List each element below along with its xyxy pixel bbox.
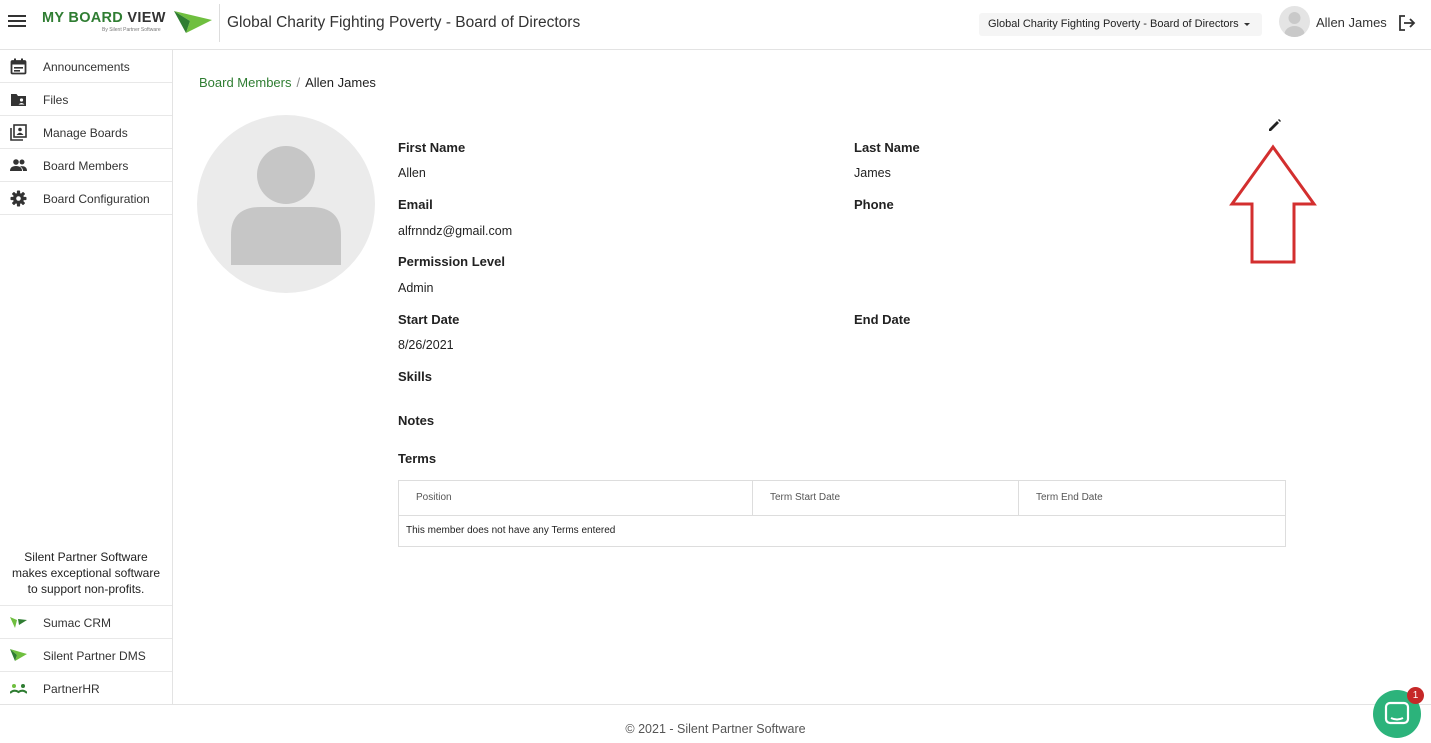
breadcrumb: Board Members / Allen James [199, 75, 376, 90]
user-name[interactable]: Allen James [1316, 15, 1387, 30]
person-icon [1284, 12, 1305, 37]
sidebar-item-label: Board Members [43, 159, 129, 173]
sidebar-item-label: Announcements [43, 60, 130, 74]
skills-label: Skills [398, 369, 432, 384]
terms-label: Terms [398, 451, 437, 466]
permission-level-value: Admin [398, 281, 434, 295]
sidebar: Announcements Files Manage Boards Board … [0, 50, 173, 705]
last-name-label: Last Name [854, 140, 920, 155]
board-selector-value: Global Charity Fighting Poverty - Board … [988, 18, 1239, 30]
terms-table: Position Term Start Date Term End Date T… [398, 480, 1286, 547]
logo-my-board: MY BOARD [42, 10, 124, 26]
top-header: MY BOARD VIEW By Silent Partner Software… [0, 0, 1431, 50]
board-selector-dropdown[interactable]: Global Charity Fighting Poverty - Board … [979, 13, 1262, 36]
sidebar-product-sumac-crm[interactable]: Sumac CRM [0, 605, 172, 638]
board-book-icon [10, 124, 27, 141]
sidebar-product-silent-partner-dms[interactable]: Silent Partner DMS [0, 638, 172, 671]
table-header-term-end-date[interactable]: Term End Date [1019, 481, 1285, 516]
terms-empty-message: This member does not have any Terms ente… [406, 525, 616, 536]
user-avatar[interactable] [1279, 6, 1310, 37]
breadcrumb-current: Allen James [305, 75, 376, 90]
permission-level-label: Permission Level [398, 254, 505, 269]
sidebar-item-label: Board Configuration [43, 192, 150, 206]
gear-icon [10, 190, 27, 207]
edit-pencil-icon[interactable] [1266, 117, 1283, 134]
sidebar-item-board-members[interactable]: Board Members [0, 149, 172, 182]
sidebar-item-files[interactable]: Files [0, 83, 172, 116]
person-placeholder-icon [231, 146, 341, 265]
start-date-value: 8/26/2021 [398, 338, 454, 352]
chat-notification-badge: 1 [1407, 687, 1424, 704]
footer-copyright: © 2021 - Silent Partner Software [625, 722, 806, 736]
breadcrumb-board-members-link[interactable]: Board Members [199, 75, 291, 90]
partnerhr-logo-icon [10, 684, 27, 694]
first-name-label: First Name [398, 140, 466, 155]
spdms-logo-icon [10, 649, 27, 661]
sumac-logo-icon [10, 617, 27, 628]
end-date-label: End Date [854, 312, 911, 327]
table-header-term-start-date[interactable]: Term Start Date [753, 481, 1019, 516]
calendar-icon [10, 58, 27, 75]
header-divider [219, 4, 220, 42]
email-label: Email [398, 197, 433, 212]
logo-arrow-icon [174, 11, 212, 33]
logo-wordmark: MY BOARD VIEW [42, 10, 166, 26]
hamburger-menu-icon[interactable] [8, 12, 26, 30]
phone-label: Phone [854, 197, 894, 212]
people-icon [10, 159, 27, 171]
sidebar-item-label: Files [43, 93, 69, 107]
first-name-value: Allen [398, 166, 426, 180]
logo-view: VIEW [123, 10, 166, 26]
sidebar-promo-text: Silent Partner Software makes exceptiona… [11, 550, 161, 596]
sidebar-product-label: Silent Partner DMS [43, 649, 146, 663]
sidebar-item-board-configuration[interactable]: Board Configuration [0, 182, 172, 215]
caret-down-icon [1243, 22, 1250, 26]
sidebar-item-label: Manage Boards [43, 126, 128, 140]
sidebar-item-manage-boards[interactable]: Manage Boards [0, 116, 172, 149]
email-value: alfrnndz@gmail.com [398, 224, 513, 238]
folder-icon [11, 94, 26, 106]
breadcrumb-separator: / [296, 75, 301, 90]
sidebar-product-label: Sumac CRM [43, 616, 112, 630]
table-header-position[interactable]: Position [399, 481, 753, 516]
profile-avatar [197, 115, 375, 293]
board-title: Global Charity Fighting Poverty - Board … [227, 14, 581, 31]
sidebar-product-label: PartnerHR [43, 682, 100, 696]
my-board-view-logo[interactable]: MY BOARD VIEW By Silent Partner Software [42, 7, 212, 37]
footer: © 2021 - Silent Partner Software [0, 704, 1431, 743]
sidebar-item-announcements[interactable]: Announcements [0, 50, 172, 83]
start-date-label: Start Date [398, 312, 460, 327]
logo-subtitle: By Silent Partner Software [102, 27, 161, 33]
logout-icon[interactable] [1398, 14, 1416, 32]
red-annotation-arrow [1229, 144, 1317, 264]
last-name-value: James [854, 166, 891, 180]
sidebar-product-partnerhr[interactable]: PartnerHR [0, 671, 172, 704]
notes-label: Notes [398, 413, 435, 428]
